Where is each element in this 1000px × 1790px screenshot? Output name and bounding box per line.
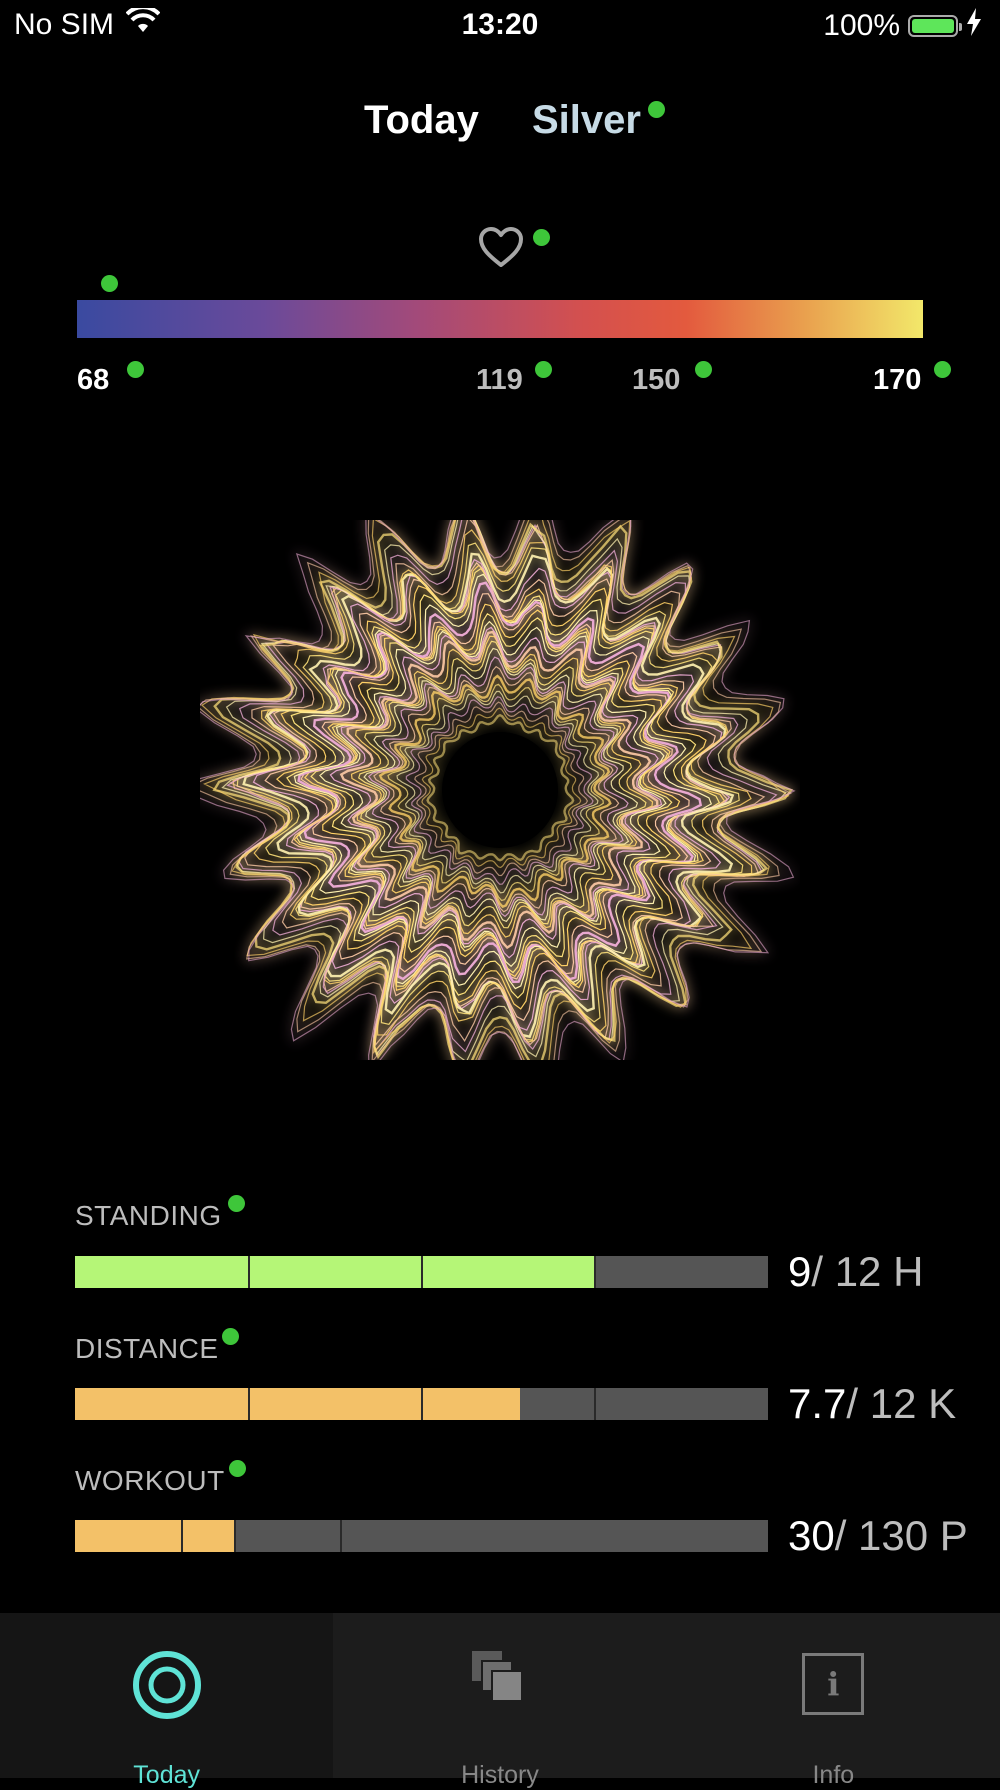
tab-silver[interactable]: Silver [532, 98, 641, 143]
tab-bar-history[interactable]: History [333, 1613, 666, 1789]
zone-label-low: 119 [476, 364, 523, 396]
distance-status-dot [222, 1328, 239, 1345]
distance-progress-fill [75, 1388, 520, 1420]
standing-progress-bar [75, 1256, 768, 1288]
standing-target: / 12 H [811, 1248, 924, 1295]
workout-status-dot [229, 1460, 246, 1477]
workout-label: WORKOUT [75, 1465, 225, 1496]
tab-bar-today-label: Today [133, 1761, 201, 1789]
zone-marker-dot [101, 275, 118, 292]
zone-label-max: 170 [873, 364, 922, 396]
charging-icon [966, 8, 982, 44]
distance-value: 7.7/ 12 K [788, 1380, 956, 1428]
distance-tick [594, 1388, 596, 1420]
standing-tick [248, 1256, 250, 1288]
standing-progress-fill [75, 1256, 595, 1288]
workout-value: 30/ 130 P [788, 1512, 968, 1560]
standing-label: STANDING [75, 1200, 222, 1231]
battery-percent: 100% [823, 9, 900, 42]
tab-bar-info[interactable]: i Info [667, 1613, 1000, 1789]
standing-tick [594, 1256, 596, 1288]
tab-bar-today[interactable]: Today [0, 1613, 334, 1789]
workout-tick [340, 1520, 342, 1552]
workout-target: / 130 P [834, 1512, 968, 1559]
zone-label-max-dot [934, 361, 951, 378]
info-icon-glyph: i [827, 1665, 840, 1703]
distance-tick [248, 1388, 250, 1420]
distance-current: 7.7 [788, 1380, 847, 1427]
heart-icon[interactable] [478, 226, 524, 273]
info-icon: i [802, 1653, 865, 1715]
tab-today[interactable]: Today [364, 98, 479, 143]
workout-progress-bar [75, 1520, 768, 1552]
tab-bar-info-label: Info [812, 1761, 855, 1789]
glow-center [442, 732, 558, 848]
history-stack-icon [470, 1649, 530, 1712]
distance-target: / 12 K [846, 1380, 957, 1427]
heart-rate-zone-bar [77, 300, 923, 338]
zone-label-min: 68 [77, 364, 110, 396]
bottom-tab-bar: Today History i Info [0, 1613, 1000, 1789]
standing-tick [421, 1256, 423, 1288]
distance-progress-bar [75, 1388, 768, 1420]
status-right: 100% [823, 8, 982, 44]
zone-label-min-dot [127, 361, 144, 378]
distance-tick [421, 1388, 423, 1420]
heart-status-dot [533, 229, 550, 246]
workout-tick [181, 1520, 183, 1552]
zone-label-high: 150 [632, 364, 681, 396]
workout-tick [234, 1520, 236, 1552]
workout-progress-fill [75, 1520, 236, 1552]
standing-status-dot [228, 1195, 245, 1212]
zone-label-low-dot [535, 361, 552, 378]
silver-status-dot [648, 101, 665, 118]
workout-current: 30 [788, 1512, 835, 1559]
distance-label: DISTANCE [75, 1333, 219, 1364]
standing-value: 9/ 12 H [788, 1248, 923, 1296]
activity-glow-visualization [174, 479, 800, 1103]
target-rings-icon [131, 1649, 203, 1726]
standing-current: 9 [788, 1248, 812, 1295]
tab-bar-history-label: History [461, 1761, 539, 1789]
battery-icon [908, 15, 962, 37]
zone-label-high-dot [695, 361, 712, 378]
